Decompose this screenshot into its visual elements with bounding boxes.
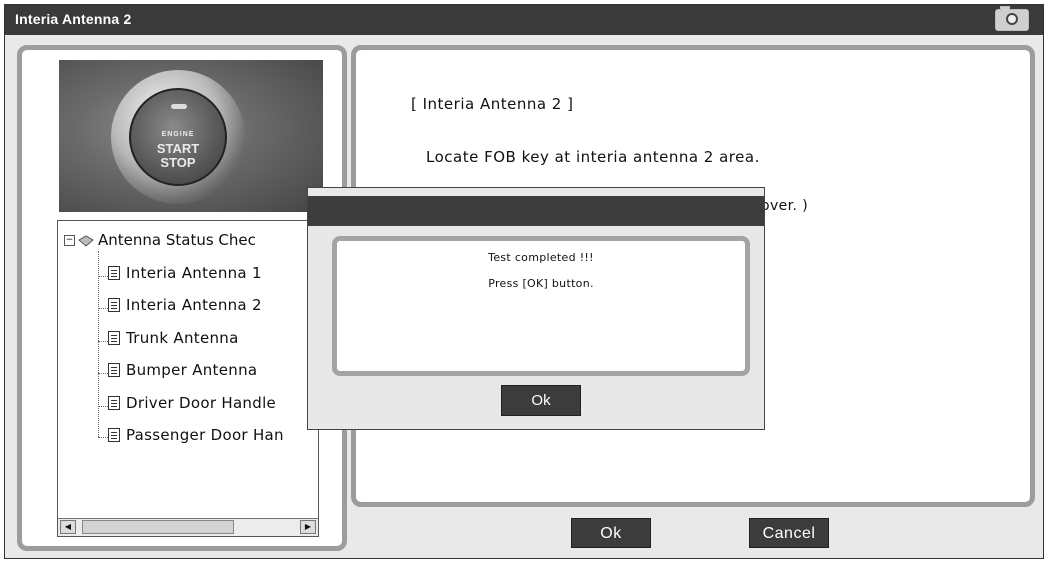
cancel-button[interactable]: Cancel (749, 518, 829, 548)
left-panel: ENGINE START STOP − Antenna Status Chec I… (17, 45, 347, 551)
tree-item-label: Interia Antenna 1 (126, 264, 262, 282)
tree-item-interia-antenna-1[interactable]: Interia Antenna 1 (108, 264, 262, 282)
document-icon (108, 266, 120, 280)
tree-item-passenger-door-handle[interactable]: Passenger Door Han (108, 426, 284, 444)
document-icon (108, 428, 120, 442)
dialog-message-1: Test completed !!! (488, 251, 594, 264)
collapse-icon[interactable]: − (64, 235, 75, 246)
instruction-line-2-partial: over. ) (761, 198, 809, 214)
start-stop-button-photo: ENGINE START STOP (59, 60, 323, 212)
info-title: [ Interia Antenna 2 ] (411, 95, 574, 113)
gem-icon (78, 234, 94, 247)
camera-icon[interactable] (995, 6, 1029, 31)
document-icon (108, 331, 120, 345)
dialog-message-2: Press [OK] button. (488, 277, 594, 290)
tree-root-label: Antenna Status Chec (98, 231, 256, 249)
document-icon (108, 298, 120, 312)
tree-root-antenna-status-check[interactable]: − Antenna Status Chec (64, 231, 256, 249)
dialog-title-bar (308, 196, 764, 226)
instruction-line-1: Locate FOB key at interia antenna 2 area… (426, 148, 760, 166)
tree-item-label: Trunk Antenna (126, 329, 239, 347)
horizontal-scrollbar[interactable]: ◀ ▶ (58, 518, 318, 536)
dialog-ok-button[interactable]: Ok (501, 385, 581, 416)
tree-item-trunk-antenna[interactable]: Trunk Antenna (108, 329, 239, 347)
scroll-left-icon[interactable]: ◀ (60, 520, 76, 534)
tree-item-driver-door-handle[interactable]: Driver Door Handle (108, 394, 276, 412)
scrollbar-thumb[interactable] (82, 520, 234, 534)
tree-item-label: Interia Antenna 2 (126, 296, 262, 314)
dialog-message-area: Test completed !!! Press [OK] button. (332, 236, 750, 376)
tree-item-label: Bumper Antenna (126, 361, 258, 379)
photo-text-start: START (156, 141, 200, 156)
photo-text-stop: STOP (160, 155, 196, 170)
tree-item-interia-antenna-2[interactable]: Interia Antenna 2 (108, 296, 262, 314)
tree-item-bumper-antenna[interactable]: Bumper Antenna (108, 361, 257, 379)
photo-text-engine: ENGINE (161, 131, 195, 138)
tree-item-label: Driver Door Handle (126, 394, 277, 412)
tree-item-label: Passenger Door Han (126, 426, 284, 444)
antenna-tree[interactable]: − Antenna Status Chec Interia Antenna 1 I… (57, 220, 319, 537)
document-icon (108, 363, 120, 377)
scroll-right-icon[interactable]: ▶ (300, 520, 316, 534)
title-bar: Interia Antenna 2 (5, 5, 1043, 35)
main-window: Interia Antenna 2 ENGINE START STOP − An… (4, 4, 1044, 559)
window-title: Interia Antenna 2 (15, 11, 132, 27)
ok-button[interactable]: Ok (571, 518, 651, 548)
document-icon (108, 396, 120, 410)
test-complete-dialog: Test completed !!! Press [OK] button. Ok (307, 187, 765, 430)
